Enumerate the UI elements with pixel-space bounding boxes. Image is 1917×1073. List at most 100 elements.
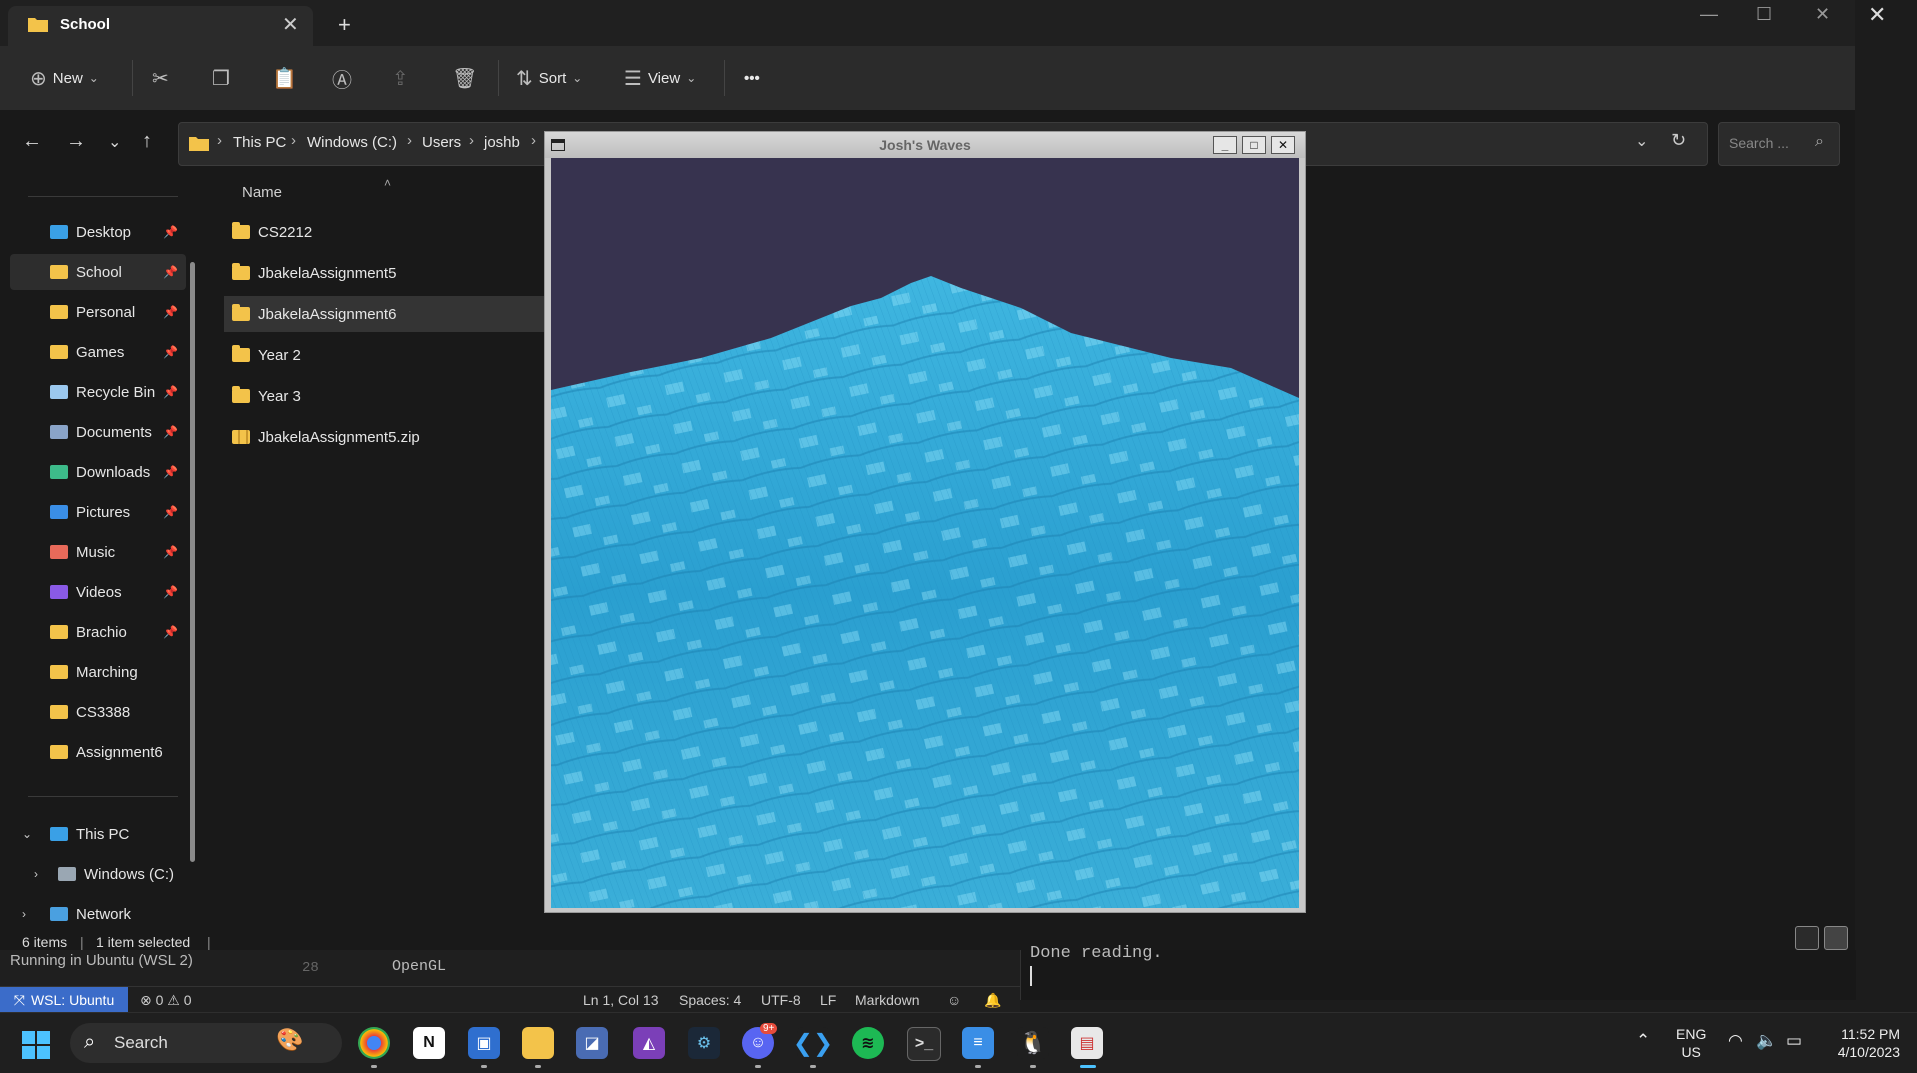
sidebar-item-school[interactable]: School 📌 xyxy=(10,254,186,290)
notion-icon[interactable]: N xyxy=(413,1027,445,1059)
details-view-icon[interactable] xyxy=(1795,926,1819,950)
cursor-position[interactable]: Ln 1, Col 13 xyxy=(583,992,659,1008)
tab-school[interactable]: School ✕ xyxy=(8,6,313,46)
maximize-button[interactable]: □ xyxy=(1242,136,1266,154)
pin-icon[interactable]: 📌 xyxy=(163,225,178,239)
address-history-chevron-icon[interactable]: ⌄ xyxy=(1635,131,1648,151)
sidebar-item-downloads[interactable]: Downloads 📌 xyxy=(10,454,186,490)
file-row[interactable]: CS2212 xyxy=(224,214,552,250)
sidebar-item-assignment6[interactable]: Assignment6 xyxy=(10,734,186,770)
opengl-title-bar[interactable]: Josh's Waves _ □ ✕ xyxy=(545,132,1305,158)
steam-icon[interactable]: ⚙ xyxy=(688,1027,720,1059)
input-language[interactable]: ENG US xyxy=(1676,1025,1706,1061)
sidebar-item-brachio[interactable]: Brachio 📌 xyxy=(10,614,186,650)
pin-icon[interactable]: 📌 xyxy=(163,265,178,279)
new-tab-button[interactable]: + xyxy=(338,12,351,38)
affinity-photo-icon[interactable]: ◭ xyxy=(633,1027,665,1059)
delete-icon[interactable]: 🗑 xyxy=(452,64,477,92)
pin-icon[interactable]: 📌 xyxy=(163,505,178,519)
windows-start-icon[interactable] xyxy=(22,1031,50,1059)
minimize-button[interactable]: _ xyxy=(1213,136,1237,154)
file-row[interactable]: JbakelaAssignment5 xyxy=(224,255,552,291)
volume-icon[interactable]: 🔈 xyxy=(1756,1031,1777,1051)
sidebar-item-this-pc[interactable]: ⌄ This PC xyxy=(10,816,186,852)
column-header-name[interactable]: Name xyxy=(242,184,282,201)
search-input[interactable]: Search ... ⌕ xyxy=(1718,122,1840,166)
back-arrow-icon[interactable]: ← xyxy=(22,130,42,153)
share-icon[interactable]: ⇪ xyxy=(392,64,409,92)
linux-penguin-icon[interactable]: 🐧 xyxy=(1017,1027,1049,1059)
recent-locations-chevron-icon[interactable]: ⌄ xyxy=(108,132,121,152)
tab-close-icon[interactable]: ✕ xyxy=(282,12,299,37)
pin-icon[interactable]: 📌 xyxy=(163,585,178,599)
clock[interactable]: 11:52 PM 4/10/2023 xyxy=(1832,1025,1900,1061)
file-explorer-icon[interactable] xyxy=(522,1027,554,1059)
file-row[interactable]: Year 2 xyxy=(224,337,552,373)
rename-icon[interactable]: Ⓐ xyxy=(332,64,352,92)
vscode-icon[interactable]: ❮❯ xyxy=(793,1027,833,1059)
battery-icon[interactable]: ▭ xyxy=(1786,1031,1802,1051)
pin-icon[interactable]: 📌 xyxy=(163,545,178,559)
paste-icon[interactable]: 📋 xyxy=(272,64,297,92)
close-window-icon[interactable]: ✕ xyxy=(1815,4,1830,25)
more-options-button[interactable]: ••• xyxy=(744,64,760,92)
sidebar-item-personal[interactable]: Personal 📌 xyxy=(10,294,186,330)
file-row[interactable]: Year 3 xyxy=(224,378,552,414)
pin-icon[interactable]: 📌 xyxy=(163,385,178,399)
sidebar-item-desktop[interactable]: Desktop 📌 xyxy=(10,214,186,250)
taskbar-search-box[interactable]: ⌕ Search 🎨 xyxy=(70,1023,342,1063)
file-row[interactable]: JbakelaAssignment6 xyxy=(224,296,552,332)
sidebar-item-pictures[interactable]: Pictures 📌 xyxy=(10,494,186,530)
breadcrumb-joshb[interactable]: joshb xyxy=(484,134,520,151)
indentation[interactable]: Spaces: 4 xyxy=(679,992,741,1008)
opengl-app-icon[interactable]: ▤ xyxy=(1071,1027,1103,1059)
feedback-icon[interactable]: ☺ xyxy=(947,992,961,1008)
pin-icon[interactable]: 📌 xyxy=(163,425,178,439)
wifi-icon[interactable]: ◠ xyxy=(1728,1031,1743,1051)
sidebar-item-cs3388[interactable]: CS3388 xyxy=(10,694,186,730)
breadcrumb-this-pc[interactable]: This PC xyxy=(233,134,286,151)
wave-render-canvas[interactable] xyxy=(551,158,1299,908)
chrome-icon[interactable] xyxy=(358,1027,390,1059)
copy-icon[interactable]: ❐ xyxy=(212,64,230,92)
maximize-icon[interactable]: ☐ xyxy=(1756,4,1772,25)
encoding[interactable]: UTF-8 xyxy=(761,992,801,1008)
app-icon[interactable]: ▣ xyxy=(468,1027,500,1059)
up-arrow-icon[interactable]: ↑ xyxy=(142,130,152,153)
photo-app-icon[interactable]: ◪ xyxy=(576,1027,608,1059)
show-hidden-icons-chevron-icon[interactable]: ⌃ xyxy=(1636,1031,1650,1051)
refresh-icon[interactable]: ↻ xyxy=(1671,130,1686,151)
file-row[interactable]: JbakelaAssignment5.zip xyxy=(224,419,552,455)
cut-icon[interactable]: ✂ xyxy=(152,64,169,92)
pin-icon[interactable]: 📌 xyxy=(163,625,178,639)
sidebar-item-games[interactable]: Games 📌 xyxy=(10,334,186,370)
line-ending[interactable]: LF xyxy=(820,992,836,1008)
sort-button[interactable]: ⇅ Sort ⌄ xyxy=(516,64,582,92)
spotify-icon[interactable]: ≋ xyxy=(852,1027,884,1059)
pin-icon[interactable]: 📌 xyxy=(163,465,178,479)
remote-wsl-button[interactable]: ⤧ WSL: Ubuntu xyxy=(0,987,128,1013)
notepad-icon[interactable]: ≡ xyxy=(962,1027,994,1059)
sidebar-item-documents[interactable]: Documents 📌 xyxy=(10,414,186,450)
tiles-view-icon[interactable] xyxy=(1824,926,1848,950)
sidebar-scrollbar[interactable] xyxy=(190,262,195,862)
sidebar-item-marching[interactable]: Marching xyxy=(10,654,186,690)
pin-icon[interactable]: 📌 xyxy=(163,345,178,359)
terminal-icon[interactable]: >_ xyxy=(907,1027,941,1061)
forward-arrow-icon[interactable]: → xyxy=(66,130,86,153)
minimize-icon[interactable]: — xyxy=(1700,4,1718,25)
sidebar-item-network[interactable]: › Network xyxy=(10,896,186,932)
language-mode[interactable]: Markdown xyxy=(855,992,920,1008)
pin-icon[interactable]: 📌 xyxy=(163,305,178,319)
breadcrumb-users[interactable]: Users xyxy=(422,134,461,151)
sidebar-item-recycle-bin[interactable]: Recycle Bin 📌 xyxy=(10,374,186,410)
view-button[interactable]: ☰ View ⌄ xyxy=(624,64,696,92)
sidebar-item-music[interactable]: Music 📌 xyxy=(10,534,186,570)
breadcrumb-windows-c[interactable]: Windows (C:) xyxy=(307,134,397,151)
notifications-bell-icon[interactable]: 🔔 xyxy=(984,992,1001,1009)
sidebar-item-videos[interactable]: Videos 📌 xyxy=(10,574,186,610)
new-button[interactable]: ⊕ New ⌄ xyxy=(30,64,99,92)
vscode-close-icon[interactable]: ✕ xyxy=(1868,2,1886,28)
close-button[interactable]: ✕ xyxy=(1271,136,1295,154)
sidebar-item-windows-c[interactable]: › Windows (C:) xyxy=(10,856,186,892)
